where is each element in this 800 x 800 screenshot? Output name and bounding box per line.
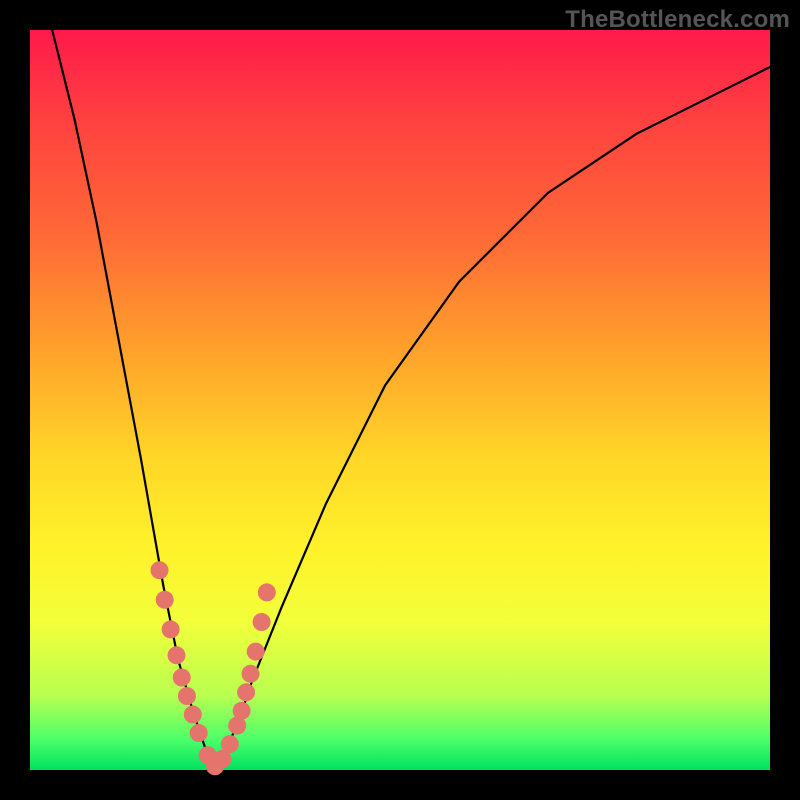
data-marker	[184, 706, 202, 724]
data-marker	[258, 583, 276, 601]
data-marker	[237, 683, 255, 701]
data-marker	[253, 613, 271, 631]
data-marker	[151, 561, 169, 579]
data-marker	[173, 669, 191, 687]
plot-area	[30, 30, 770, 770]
data-marker	[242, 665, 260, 683]
data-marker	[233, 702, 251, 720]
data-marker	[168, 646, 186, 664]
data-marker	[162, 620, 180, 638]
bottleneck-curve	[52, 30, 770, 770]
chart-frame: TheBottleneck.com	[0, 0, 800, 800]
data-marker	[190, 724, 208, 742]
data-marker	[247, 643, 265, 661]
data-marker	[178, 687, 196, 705]
marker-group	[151, 561, 276, 775]
curve-svg	[30, 30, 770, 770]
data-marker	[156, 591, 174, 609]
data-marker	[221, 735, 239, 753]
